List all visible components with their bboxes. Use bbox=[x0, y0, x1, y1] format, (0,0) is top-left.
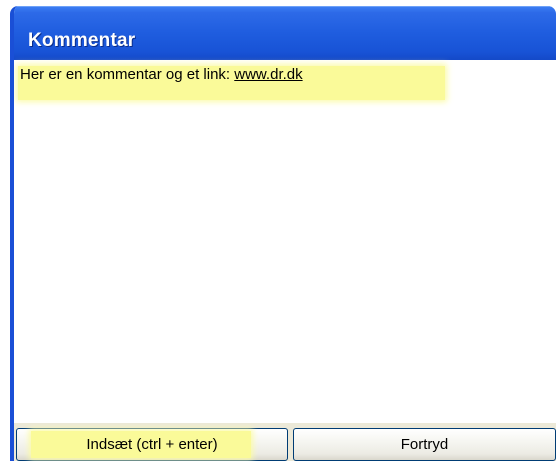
comment-body: Her er en kommentar og et link: bbox=[20, 66, 235, 83]
window-title: Kommentar bbox=[28, 30, 136, 51]
comment-link[interactable]: www.dr.dk bbox=[234, 66, 302, 83]
comment-window: Kommentar Her er en kommentar og et link… bbox=[10, 6, 556, 461]
button-bar: Indsæt (ctrl + enter) Fortryd bbox=[14, 423, 556, 461]
comment-text: Her er en kommentar og et link: www.dr.d… bbox=[18, 66, 445, 100]
insert-button[interactable]: Indsæt (ctrl + enter) bbox=[16, 428, 288, 461]
insert-button-label: Indsæt (ctrl + enter) bbox=[86, 436, 218, 453]
cancel-button-label: Fortryd bbox=[400, 436, 449, 453]
comment-area[interactable]: Her er en kommentar og et link: www.dr.d… bbox=[14, 60, 556, 423]
cancel-button[interactable]: Fortryd bbox=[293, 428, 556, 461]
title-bar[interactable]: Kommentar bbox=[14, 6, 556, 60]
